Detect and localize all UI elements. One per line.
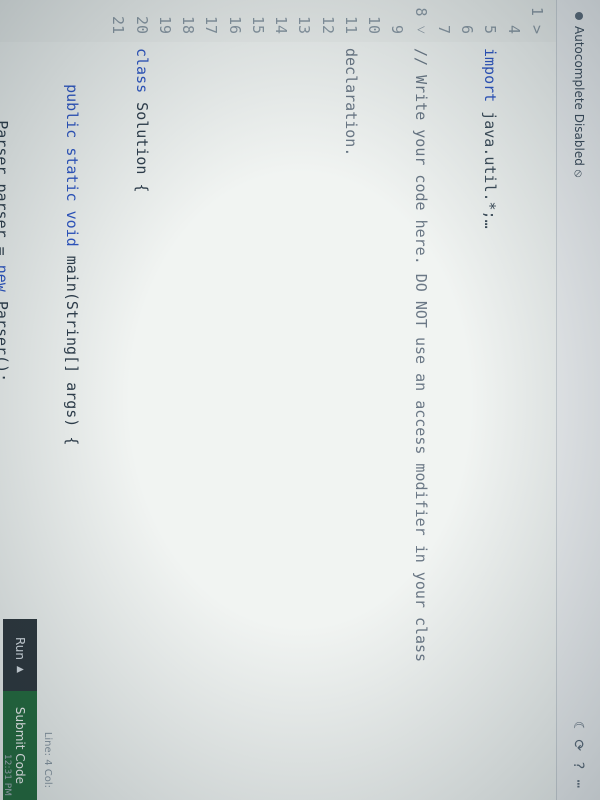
line-col-status: Line: 4 Col: bbox=[42, 732, 53, 788]
autocomplete-status: Autocomplete Disabled ⦸ bbox=[571, 12, 586, 178]
code-editor[interactable]: 1 > 4 5 6 7 8 ˅ 9 10 11 12 13 14 15 16 1… bbox=[0, 0, 556, 800]
help-icon[interactable]: ? bbox=[571, 761, 587, 769]
code-body[interactable]: import java.util.*;… // Write your code … bbox=[0, 42, 556, 800]
clock: 12:31 PM bbox=[2, 754, 12, 796]
run-button[interactable]: Run ▲ bbox=[3, 619, 37, 691]
refresh-icon[interactable]: ⟳ bbox=[571, 739, 587, 751]
more-icon[interactable]: ⋯ bbox=[571, 780, 587, 788]
theme-icon[interactable]: ☾ bbox=[571, 721, 587, 729]
caret-up-icon: ▲ bbox=[15, 666, 25, 673]
line-gutter: 1 > 4 5 6 7 8 ˅ 9 10 11 12 13 14 15 16 1… bbox=[0, 0, 556, 42]
